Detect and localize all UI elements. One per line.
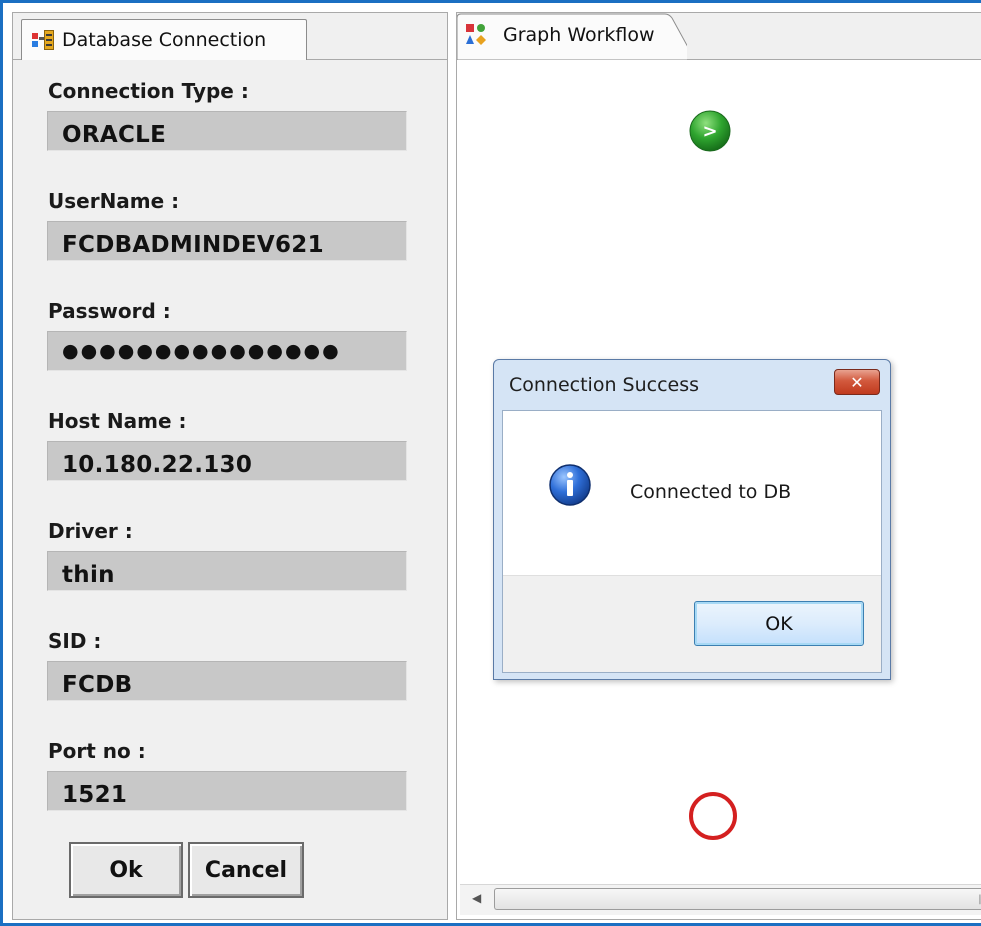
password-value: ●●●●●●●●●●●●●●●: [62, 340, 341, 362]
database-connection-icon: [32, 30, 54, 50]
dialog-body: Connected to DB OK: [502, 410, 882, 673]
scroll-left-arrow-icon[interactable]: ◀: [472, 891, 481, 905]
database-connection-panel: Database Connection Connection Type : OR…: [12, 12, 448, 920]
dialog-footer: OK: [503, 575, 881, 672]
driver-field[interactable]: thin: [47, 551, 407, 591]
horizontal-scrollbar[interactable]: ◀ ||: [460, 884, 981, 915]
host-name-value: 10.180.22.130: [62, 452, 253, 478]
host-name-label: Host Name :: [48, 409, 187, 433]
dialog-ok-button[interactable]: OK: [694, 601, 864, 646]
connection-form: Connection Type : ORACLE UserName : FCDB…: [13, 60, 447, 919]
username-field[interactable]: FCDBADMINDEV621: [47, 221, 407, 261]
driver-value: thin: [62, 562, 115, 588]
dialog-title: Connection Success: [509, 374, 700, 396]
start-node[interactable]: >: [688, 109, 732, 153]
port-no-label: Port no :: [48, 739, 146, 763]
connection-success-dialog: Connection Success ✕ Connected to DB OK: [493, 359, 891, 680]
window-frame: Database Connection Connection Type : OR…: [0, 0, 981, 926]
driver-label: Driver :: [48, 519, 133, 543]
tab-graph-workflow-label: Graph Workflow: [503, 24, 655, 46]
password-label: Password :: [48, 299, 171, 323]
ok-button[interactable]: Ok: [69, 842, 183, 898]
start-node-glyph: >: [702, 121, 717, 142]
cancel-button[interactable]: Cancel: [188, 842, 304, 898]
end-node[interactable]: [688, 790, 738, 842]
username-value: FCDBADMINDEV621: [62, 232, 324, 258]
port-no-field[interactable]: 1521: [47, 771, 407, 811]
tab-graph-workflow[interactable]: Graph Workflow: [457, 13, 687, 60]
connection-type-label: Connection Type :: [48, 79, 249, 103]
graph-workflow-icon: [465, 23, 487, 47]
info-icon: [548, 463, 592, 507]
tab-database-connection[interactable]: Database Connection: [21, 19, 307, 60]
dialog-message: Connected to DB: [630, 481, 792, 503]
scrollbar-thumb[interactable]: ||: [494, 888, 981, 910]
close-icon[interactable]: ✕: [834, 369, 880, 395]
sid-field[interactable]: FCDB: [47, 661, 407, 701]
username-label: UserName :: [48, 189, 180, 213]
tab-database-connection-label: Database Connection: [62, 29, 267, 51]
connection-type-value: ORACLE: [62, 122, 167, 148]
left-tab-strip: Database Connection: [13, 13, 447, 60]
host-name-field[interactable]: 10.180.22.130: [47, 441, 407, 481]
password-field[interactable]: ●●●●●●●●●●●●●●●: [47, 331, 407, 371]
port-no-value: 1521: [62, 782, 128, 808]
sid-label: SID :: [48, 629, 102, 653]
sid-value: FCDB: [62, 672, 133, 698]
connection-type-field[interactable]: ORACLE: [47, 111, 407, 151]
